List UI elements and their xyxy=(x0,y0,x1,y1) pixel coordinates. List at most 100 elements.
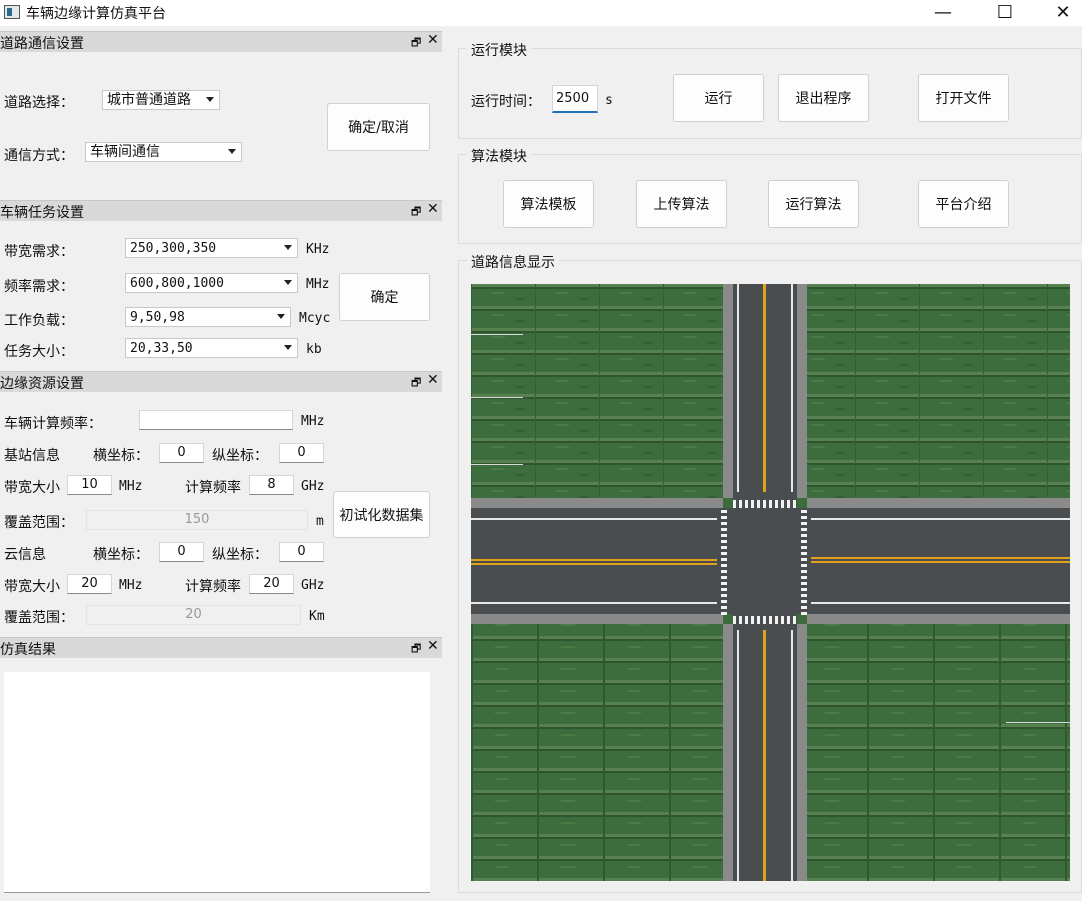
crosswalk-stripe xyxy=(721,564,727,567)
exit-program-button[interactable]: 退出程序 xyxy=(778,74,869,122)
bs-compute-freq-input[interactable]: 8 xyxy=(249,475,294,495)
cloud-compute-freq-label: 计算频率 xyxy=(185,579,241,595)
crosswalk-stripe xyxy=(801,570,807,573)
cloud-bandwidth-label: 带宽大小 xyxy=(4,579,60,595)
crosswalk-stripe xyxy=(721,522,727,525)
window-title: 车辆边缘计算仿真平台 xyxy=(26,6,166,22)
freq-demand-combo[interactable]: 600,800,1000 xyxy=(125,273,298,293)
vehicle-task-dock-header[interactable]: 车辆任务设置 🗗 ✕ xyxy=(0,200,442,221)
crosswalk-stripe xyxy=(763,616,766,624)
workload-unit: Mcyc xyxy=(299,311,331,326)
dock-float-icon[interactable]: 🗗 xyxy=(411,374,421,393)
crosswalk-stripe xyxy=(721,540,727,543)
cloud-coverage-input: 20 xyxy=(86,605,301,625)
run-time-input[interactable]: 2500 xyxy=(552,85,598,113)
cloud-info-label: 云信息 xyxy=(4,547,46,563)
crosswalk-stripe xyxy=(801,516,807,519)
crosswalk-stripe xyxy=(757,616,760,624)
crosswalk-stripe xyxy=(775,500,778,508)
crosswalk-stripe xyxy=(801,552,807,555)
road-select-combo[interactable]: 城市普通道路 xyxy=(102,90,220,110)
chevron-down-icon xyxy=(284,345,292,350)
crosswalk-stripe xyxy=(721,576,727,579)
dock-float-icon[interactable]: 🗗 xyxy=(411,34,421,53)
bs-x-input[interactable]: 0 xyxy=(159,443,204,463)
bs-coverage-unit: m xyxy=(316,514,324,529)
dock-close-icon[interactable]: ✕ xyxy=(427,32,439,48)
crosswalk-stripe xyxy=(801,546,807,549)
crosswalk-stripe xyxy=(801,528,807,531)
crosswalk-stripe xyxy=(721,552,727,555)
crosswalk-stripe xyxy=(739,616,742,624)
comm-mode-combo[interactable]: 车辆间通信 xyxy=(85,142,242,162)
center-line-west xyxy=(471,559,717,561)
road-comm-dock-header[interactable]: 道路通信设置 🗗 ✕ xyxy=(0,31,442,52)
chevron-down-icon xyxy=(284,245,292,250)
task-size-combo[interactable]: 20,33,50 xyxy=(125,338,298,358)
cloud-x-input[interactable]: 0 xyxy=(159,542,204,562)
workload-label: 工作负载： xyxy=(4,313,74,329)
crosswalk-stripe xyxy=(751,500,754,508)
crosswalk-stripe xyxy=(801,600,807,603)
cloud-y-input[interactable]: 0 xyxy=(279,542,324,562)
chevron-down-icon xyxy=(206,97,214,102)
bs-x-label: 横坐标： xyxy=(93,448,149,464)
run-time-unit: s xyxy=(605,93,613,108)
task-size-label: 任务大小： xyxy=(4,344,74,360)
maximize-button[interactable]: ☐ xyxy=(982,0,1028,24)
sim-result-dock-header[interactable]: 仿真结果 🗗 ✕ xyxy=(0,637,442,658)
comm-mode-value: 车辆间通信 xyxy=(90,144,160,160)
crosswalk-stripe xyxy=(801,564,807,567)
task-confirm-button[interactable]: 确定 xyxy=(339,273,430,321)
run-module-title: 运行模块 xyxy=(467,40,531,60)
crosswalk-stripe xyxy=(787,616,790,624)
road-confirm-cancel-button[interactable]: 确定/取消 xyxy=(327,103,430,151)
sim-result-text-area[interactable] xyxy=(4,672,430,893)
minimize-button[interactable]: — xyxy=(920,0,966,24)
init-dataset-button[interactable]: 初试化数据集 xyxy=(333,491,430,538)
crosswalk-stripe xyxy=(721,558,727,561)
algo-module-title: 算法模块 xyxy=(467,146,531,166)
crosswalk-stripe xyxy=(721,570,727,573)
crosswalk-stripe xyxy=(721,528,727,531)
crosswalk-stripe xyxy=(801,510,807,513)
dock-float-icon[interactable]: 🗗 xyxy=(411,203,421,222)
open-file-button[interactable]: 打开文件 xyxy=(918,74,1009,122)
upload-algo-button[interactable]: 上传算法 xyxy=(636,180,727,228)
vehicle-compute-freq-input[interactable] xyxy=(139,410,293,430)
bs-y-input[interactable]: 0 xyxy=(279,443,324,463)
bs-compute-freq-label: 计算频率 xyxy=(185,480,241,496)
bs-compute-freq-unit: GHz xyxy=(301,479,325,494)
bs-y-label: 纵坐标： xyxy=(212,448,268,464)
grass-block-se xyxy=(807,624,1070,881)
edge-resource-dock-title: 边缘资源设置 xyxy=(0,376,84,392)
crosswalk-stripe xyxy=(751,616,754,624)
crosswalk-stripe xyxy=(801,534,807,537)
bs-bandwidth-input[interactable]: 10 xyxy=(67,475,112,495)
dock-close-icon[interactable]: ✕ xyxy=(427,372,439,388)
bandwidth-demand-combo[interactable]: 250,300,350 xyxy=(125,238,298,258)
bs-coverage-label: 覆盖范围： xyxy=(4,515,74,531)
crosswalk-stripe xyxy=(745,500,748,508)
cloud-compute-freq-input[interactable]: 20 xyxy=(249,574,294,594)
dock-close-icon[interactable]: ✕ xyxy=(427,201,439,217)
dock-float-icon[interactable]: 🗗 xyxy=(411,640,421,659)
crosswalk-stripe xyxy=(763,500,766,508)
algo-template-button[interactable]: 算法模板 xyxy=(503,180,594,228)
crosswalk-stripe xyxy=(801,594,807,597)
task-size-value: 20,33,50 xyxy=(130,341,193,356)
platform-intro-button[interactable]: 平台介绍 xyxy=(918,180,1009,228)
cloud-bandwidth-input[interactable]: 20 xyxy=(67,574,112,594)
road-intersection-view xyxy=(471,284,1070,881)
dock-close-icon[interactable]: ✕ xyxy=(427,638,439,654)
bandwidth-demand-unit: KHz xyxy=(306,242,330,257)
crosswalk-stripe xyxy=(739,500,742,508)
run-algo-button[interactable]: 运行算法 xyxy=(768,180,859,228)
edge-resource-dock-header[interactable]: 边缘资源设置 🗗 ✕ xyxy=(0,371,442,392)
cloud-compute-freq-unit: GHz xyxy=(301,578,325,593)
run-button[interactable]: 运行 xyxy=(673,74,764,122)
cloud-x-label: 横坐标： xyxy=(93,547,149,563)
crosswalk-stripe xyxy=(721,582,727,585)
close-button[interactable]: ✕ xyxy=(1040,0,1082,24)
workload-combo[interactable]: 9,50,98 xyxy=(125,307,291,327)
